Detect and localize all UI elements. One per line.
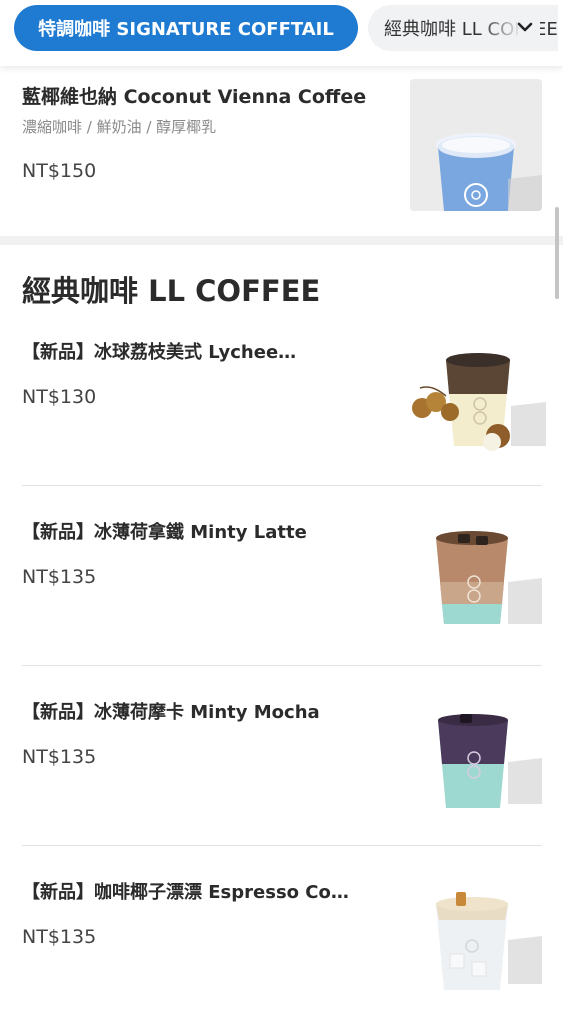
minty-latte-image: [406, 524, 546, 664]
item-name: 藍椰維也納 Coconut Vienna Coffee: [22, 86, 367, 108]
item-divider: [22, 845, 542, 846]
item-price: NT$150: [22, 160, 97, 182]
menu-item-espresso-coconut[interactable]: 【新品】咖啡椰子漂漂 Espresso Co… NT$135: [0, 866, 563, 1024]
scrollbar[interactable]: [555, 207, 559, 299]
item-name: 【新品】冰球荔枝美式 Lychee…: [22, 342, 297, 363]
item-price: NT$135: [22, 566, 97, 588]
item-price: NT$130: [22, 386, 97, 408]
chevron-down-icon[interactable]: [514, 14, 536, 40]
item-name: 【新品】冰薄荷摩卡 Minty Mocha: [22, 702, 320, 723]
item-name: 【新品】咖啡椰子漂漂 Espresso Co…: [22, 882, 349, 903]
espresso-coconut-image: [406, 888, 546, 1024]
category-tab-bar: 特調咖啡 SIGNATURE COFFTAIL 經典咖啡 LL COFFEE: [0, 0, 563, 66]
tab-signature-cofftail[interactable]: 特調咖啡 SIGNATURE COFFTAIL: [14, 5, 358, 51]
section-title: 經典咖啡 LL COFFEE: [22, 274, 321, 308]
item-price: NT$135: [22, 746, 97, 768]
item-description: 濃縮咖啡 / 鮮奶油 / 醇厚椰乳: [22, 118, 217, 136]
menu-item-minty-latte[interactable]: 【新品】冰薄荷拿鐵 Minty Latte NT$135: [0, 506, 563, 686]
item-name: 【新品】冰薄荷拿鐵 Minty Latte: [22, 522, 307, 543]
menu-item-lychee-americano[interactable]: 【新品】冰球荔枝美式 Lychee… NT$130: [0, 326, 563, 506]
minty-mocha-image: [406, 712, 546, 852]
lychee-americano-image: [406, 346, 546, 486]
item-divider: [22, 485, 542, 486]
coconut-vienna-image: [410, 79, 542, 211]
item-divider: [22, 665, 542, 666]
menu-item-coconut-vienna[interactable]: 藍椰維也納 Coconut Vienna Coffee 濃縮咖啡 / 鮮奶油 /…: [0, 66, 563, 236]
item-price: NT$135: [22, 926, 97, 948]
section-separator: [0, 236, 563, 245]
menu-item-minty-mocha[interactable]: 【新品】冰薄荷摩卡 Minty Mocha NT$135: [0, 686, 563, 866]
